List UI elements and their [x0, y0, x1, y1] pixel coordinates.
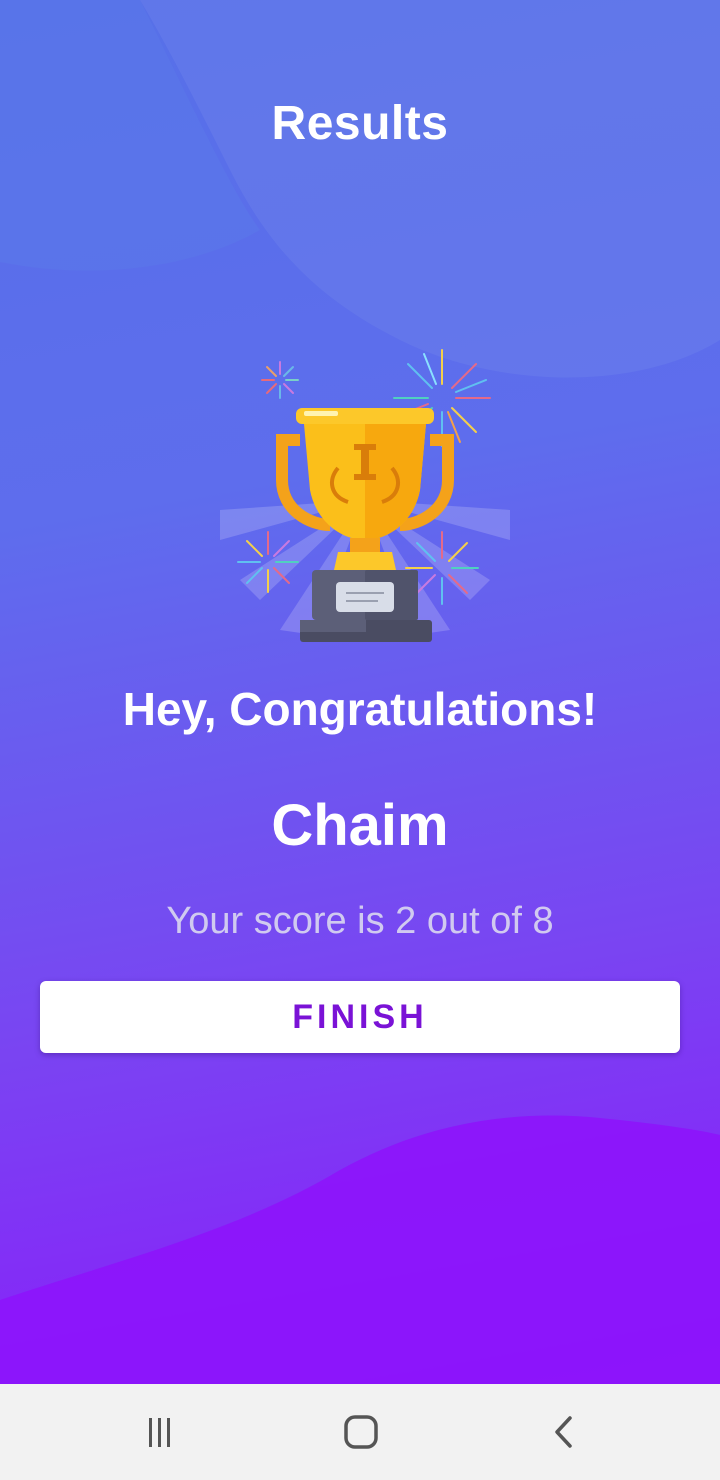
screen: Results Hey, Congratulations! Chaim Your…	[0, 0, 720, 1480]
system-navigation-bar	[0, 1384, 720, 1480]
page-title: Results	[271, 97, 449, 150]
recent-apps-icon	[149, 1418, 170, 1447]
player-name: Chaim	[271, 793, 449, 858]
trophy-icon	[220, 349, 510, 642]
trophy-illustration	[220, 340, 510, 650]
home-button[interactable]	[321, 1402, 401, 1462]
finish-button[interactable]: FINISH	[40, 981, 680, 1053]
score-text: Your score is 2 out of 8	[166, 900, 554, 942]
back-icon	[555, 1416, 572, 1448]
back-button[interactable]	[524, 1402, 604, 1462]
home-icon	[344, 1415, 378, 1449]
recent-apps-button[interactable]	[120, 1402, 200, 1462]
congratulations-heading: Hey, Congratulations!	[122, 683, 598, 735]
results-screen: Results Hey, Congratulations! Chaim Your…	[0, 0, 720, 1384]
